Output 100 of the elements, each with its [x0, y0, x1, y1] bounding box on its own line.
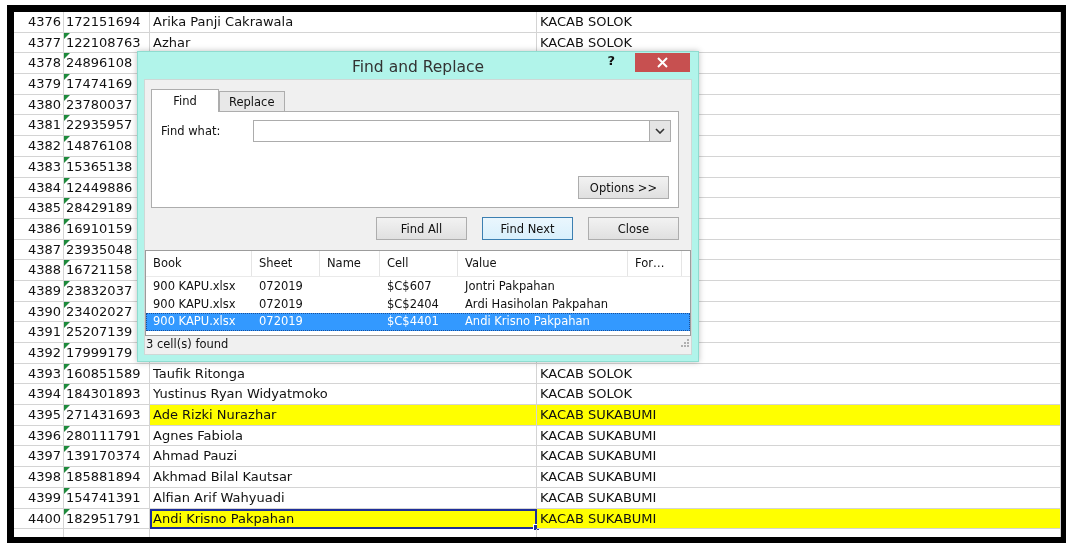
triangle-icon: [64, 343, 70, 349]
triangle-icon: [64, 467, 70, 474]
table-cell: Andi Krisno Pakpahan: [150, 508, 537, 530]
result-text: 072019: [258, 295, 304, 313]
table-cell: KACAB SOLOK: [537, 12, 1061, 33]
triangle-icon: [64, 508, 70, 515]
table-cell: KACAB SUKABUMI: [537, 446, 1061, 468]
dropdown-button[interactable]: [649, 121, 670, 141]
column-header[interactable]: Sheet: [252, 251, 320, 276]
search-field[interactable]: [253, 120, 671, 142]
table-cell: KACAB SUKABUMI: [537, 467, 1061, 488]
row-number: 4396: [14, 425, 64, 447]
table-cell: Taufik Ritonga: [150, 363, 537, 385]
column-header[interactable]: For…: [628, 251, 682, 276]
triangle-icon: [64, 280, 70, 287]
result-text: 900 KAPU.xlsx: [152, 278, 237, 295]
row-number: 4382: [14, 136, 64, 157]
triangle-icon: [64, 177, 70, 184]
row-number: 4380: [14, 94, 64, 116]
table-cell: 280111791: [64, 425, 150, 447]
field-label: Find what:: [161, 124, 221, 138]
row-number: 4385: [14, 198, 64, 219]
table-cell: Ade Rizki Nurazhar: [150, 405, 537, 426]
triangle-icon: [64, 363, 70, 370]
result-text: $C$607: [386, 278, 433, 295]
table-cell: KACAB SUKABUMI: [537, 405, 1061, 426]
dialog-button[interactable]: Find Next: [482, 217, 573, 240]
help-button[interactable]: ?: [605, 53, 617, 68]
result-text: Ardi Hasiholan Pakpahan: [464, 295, 610, 313]
row-number: 4378: [14, 53, 64, 75]
row-number: 4392: [14, 343, 64, 364]
result-text: 900 KAPU.xlsx: [152, 295, 237, 313]
triangle-icon: [64, 425, 70, 432]
column-header[interactable]: Cell: [380, 251, 458, 276]
close-button[interactable]: [635, 53, 690, 72]
triangle-icon: [64, 405, 70, 412]
result-text: Jontri Pakpahan: [463, 278, 556, 295]
row-number: 4397: [14, 446, 64, 468]
chevron-down-icon: [655, 128, 665, 134]
triangle-icon: [64, 94, 70, 101]
row-number: 4399: [14, 487, 64, 509]
row-number: 4383: [14, 156, 64, 178]
result-text: 072019: [258, 278, 304, 295]
row-number: 4376: [14, 12, 64, 33]
table-cell: 139170374: [64, 446, 150, 468]
row-number: 4386: [14, 218, 64, 240]
column-header[interactable]: Value: [458, 251, 628, 276]
table-cell: 184301893: [64, 384, 150, 406]
table-cell: 185881894: [64, 467, 150, 488]
triangle-icon: [64, 115, 70, 122]
dialog-button[interactable]: Close: [588, 217, 679, 240]
triangle-icon: [64, 301, 70, 308]
result-text: $C$2404: [386, 295, 440, 313]
triangle-icon: [64, 32, 70, 39]
column-header[interactable]: Book: [146, 251, 252, 276]
table-cell: Alfian Arif Wahyuadi: [150, 487, 537, 509]
triangle-icon: [64, 384, 70, 391]
triangle-icon: [64, 487, 70, 494]
result-text: 900 KAPU.xlsx: [152, 313, 237, 330]
row-number: 4387: [14, 239, 64, 261]
triangle-icon: [64, 322, 70, 329]
table-cell: 154741391: [64, 487, 150, 509]
row-number: 4389: [14, 280, 64, 302]
row-number: 4381: [14, 115, 64, 137]
row-number: 4393: [14, 363, 64, 385]
row-number: 4394: [14, 384, 64, 406]
table-cell: Akhmad Bilal Kautsar: [150, 467, 537, 488]
options-button[interactable]: Options >>: [578, 176, 669, 199]
triangle-icon: [64, 74, 70, 81]
row-number: 4395: [14, 405, 64, 426]
table-cell: Arika Panji Cakrawala: [150, 12, 537, 33]
column-header[interactable]: Name: [320, 251, 380, 276]
result-text: Andi Krisno Pakpahan: [464, 313, 591, 330]
row-number: 4377: [14, 32, 64, 54]
row-number: 4379: [14, 74, 64, 95]
triangle-icon: [64, 218, 70, 225]
tab[interactable]: Find: [151, 89, 219, 112]
row-number: 4398: [14, 467, 64, 488]
dialog-button[interactable]: Find All: [376, 217, 467, 240]
row-number: 4390: [14, 301, 64, 323]
triangle-icon: [64, 446, 70, 453]
triangle-icon: [64, 136, 70, 143]
table-cell: Agnes Fabiola: [150, 425, 537, 447]
row-number: 4384: [14, 177, 64, 199]
result-text: $C$4401: [386, 313, 440, 330]
resize-grip-icon[interactable]: [681, 339, 689, 347]
row-number: 4400: [14, 508, 64, 530]
table-cell: KACAB SOLOK: [537, 363, 1061, 385]
triangle-icon: [64, 260, 70, 267]
table-cell: KACAB SUKABUMI: [537, 487, 1061, 509]
table-cell: Ahmad Pauzi: [150, 446, 537, 468]
table-cell: 172151694: [64, 12, 150, 33]
triangle-icon: [64, 198, 70, 205]
result-text: 072019: [258, 313, 304, 330]
window-title: Find and Replace: [351, 58, 485, 76]
triangle-icon: [64, 156, 70, 163]
tab[interactable]: Replace: [219, 91, 285, 111]
close-icon: [657, 57, 668, 68]
row-number: 4391: [14, 322, 64, 343]
row-number: 4388: [14, 260, 64, 281]
